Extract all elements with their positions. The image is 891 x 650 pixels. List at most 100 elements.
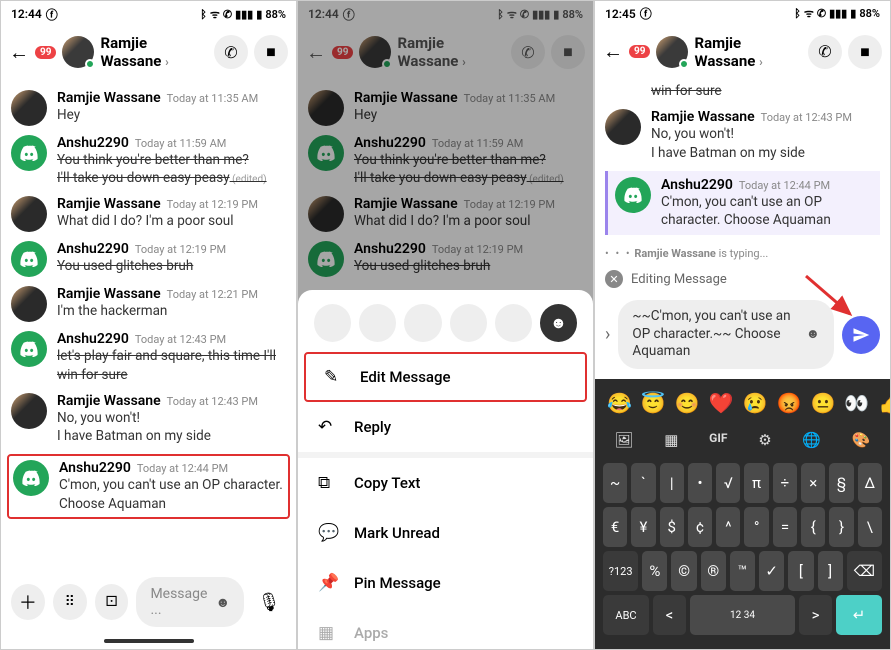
kb-sticker-icon[interactable]: ▦: [664, 431, 678, 449]
keyboard-key[interactable]: °: [744, 507, 768, 547]
sheet-copy-text[interactable]: ⧉ Copy Text: [298, 458, 593, 508]
emoji-key[interactable]: 👀: [844, 391, 869, 415]
keyboard-key[interactable]: \: [858, 507, 882, 547]
back-button[interactable]: ←: [9, 40, 29, 65]
keyboard-key[interactable]: ®: [701, 551, 726, 591]
keyboard-key[interactable]: π: [744, 463, 768, 503]
message[interactable]: Anshu2290Today at 12:43 PMlet's play fai…: [11, 331, 286, 383]
emoji-icon[interactable]: ☻: [215, 594, 230, 611]
message[interactable]: Anshu2290Today at 12:44 PMC'mon, you can…: [605, 171, 880, 235]
message-avatar[interactable]: [615, 177, 651, 213]
keyboard-key[interactable]: ÷: [773, 463, 797, 503]
sheet-edit-message[interactable]: ✎ Edit Message: [304, 352, 587, 402]
keyboard-key[interactable]: ©: [671, 551, 696, 591]
message-avatar[interactable]: [11, 90, 47, 126]
message-avatar[interactable]: [11, 135, 47, 171]
message-input[interactable]: Message ... ☻: [136, 577, 244, 627]
message-avatar[interactable]: [11, 196, 47, 232]
keyboard-key[interactable]: |: [660, 463, 684, 503]
send-button[interactable]: [842, 316, 880, 354]
call-button[interactable]: ✆: [808, 35, 842, 69]
sheet-reply[interactable]: ↶ Reply: [298, 402, 593, 452]
emoji-key[interactable]: 😐: [810, 391, 835, 415]
keyboard-key[interactable]: •: [688, 463, 712, 503]
edit-input[interactable]: ~~C'mon, you can't use an OP character.~…: [618, 300, 834, 369]
sheet-pin-message[interactable]: 📌 Pin Message: [298, 558, 593, 608]
keyboard-symbols-key[interactable]: ?123: [603, 551, 638, 591]
kb-translate-icon[interactable]: 🌐: [802, 431, 821, 449]
gift-button[interactable]: ⚀: [95, 584, 129, 620]
header-avatar[interactable]: [656, 36, 688, 68]
message-list[interactable]: Ramjie WassaneToday at 11:35 AMHey Anshu2…: [1, 77, 296, 569]
message[interactable]: Anshu2290Today at 11:59 AMYou think you'…: [11, 135, 286, 187]
keyboard-key[interactable]: ¢: [688, 507, 712, 547]
message[interactable]: Ramjie WassaneToday at 12:21 PMI'm the h…: [11, 286, 286, 322]
message-avatar[interactable]: [605, 109, 641, 145]
keyboard-enter-key[interactable]: ↵: [836, 595, 882, 635]
keyboard-key[interactable]: %: [642, 551, 667, 591]
keyboard-key[interactable]: }: [829, 507, 853, 547]
header-name[interactable]: Ramjie Wassane ›: [694, 34, 802, 70]
keyboard-key[interactable]: √: [716, 463, 740, 503]
keyboard-key[interactable]: $: [660, 507, 684, 547]
kb-settings-icon[interactable]: ⚙: [758, 431, 771, 449]
apps-button[interactable]: ⠿: [53, 584, 87, 620]
message[interactable]: Anshu2290Today at 12:19 PMYou used glitc…: [11, 241, 286, 277]
keyboard-key[interactable]: <: [653, 595, 686, 635]
emoji-key[interactable]: ❤️: [709, 391, 734, 415]
message[interactable]: Ramjie WassaneToday at 12:43 PMNo, you w…: [605, 109, 880, 161]
header-name[interactable]: Ramjie Wassane ›: [100, 34, 208, 70]
keyboard-key[interactable]: =: [773, 507, 797, 547]
emoji-key[interactable]: 😡: [777, 391, 802, 415]
emoji-key[interactable]: 😂: [607, 391, 632, 415]
message-list[interactable]: win for sure Ramjie WassaneToday at 12:4…: [595, 76, 890, 243]
sheet-apps[interactable]: ▦ Apps: [298, 608, 593, 645]
video-button[interactable]: ■: [254, 35, 288, 69]
keyboard-key[interactable]: ×: [801, 463, 825, 503]
back-button[interactable]: ←: [603, 39, 623, 64]
keyboard-backspace-key[interactable]: ⌫: [847, 551, 882, 591]
keyboard-key[interactable]: {: [801, 507, 825, 547]
reaction-slot[interactable]: [314, 304, 351, 342]
keyboard-key[interactable]: `: [631, 463, 655, 503]
kb-gif-icon[interactable]: GIF: [709, 431, 727, 449]
message[interactable]: Ramjie WassaneToday at 11:35 AMHey: [11, 90, 286, 126]
message-avatar[interactable]: [11, 331, 47, 367]
keyboard-key[interactable]: §: [829, 463, 853, 503]
keyboard-space-key[interactable]: 12 34: [690, 595, 795, 635]
keyboard-key[interactable]: ^: [716, 507, 740, 547]
message-avatar[interactable]: [11, 286, 47, 322]
reaction-slot[interactable]: [404, 304, 441, 342]
home-indicator[interactable]: [104, 639, 194, 643]
keyboard-key[interactable]: ~: [603, 463, 627, 503]
keyboard-key[interactable]: >: [799, 595, 832, 635]
mic-button[interactable]: 🎙: [252, 584, 286, 620]
message-avatar[interactable]: [11, 241, 47, 277]
keyboard-key[interactable]: ™: [730, 551, 755, 591]
emoji-key[interactable]: 😇: [641, 391, 666, 415]
call-button[interactable]: ✆: [214, 35, 248, 69]
emoji-icon[interactable]: ☻: [806, 326, 820, 344]
keyboard-key[interactable]: Δ: [858, 463, 882, 503]
keyboard-key[interactable]: [: [788, 551, 813, 591]
keyboard-key[interactable]: ¥: [631, 507, 655, 547]
reaction-more[interactable]: ☻: [540, 304, 577, 342]
reaction-slot[interactable]: [495, 304, 532, 342]
add-button[interactable]: ＋: [11, 584, 45, 620]
message[interactable]: Ramjie WassaneToday at 12:43 PMNo, you w…: [11, 393, 286, 445]
reaction-slot[interactable]: [450, 304, 487, 342]
emoji-key[interactable]: 😢: [743, 391, 768, 415]
kb-palette-icon[interactable]: 🎨: [852, 431, 871, 449]
keyboard-key[interactable]: ✓: [759, 551, 784, 591]
keyboard-key[interactable]: €: [603, 507, 627, 547]
emoji-key[interactable]: 😊: [675, 391, 700, 415]
keyboard-abc-key[interactable]: ABC: [603, 595, 649, 635]
keyboard-key[interactable]: ]: [818, 551, 843, 591]
kb-image-icon[interactable]: 🖼: [614, 431, 633, 449]
message-avatar[interactable]: [13, 460, 49, 496]
emoji-key[interactable]: 👍: [878, 391, 891, 415]
cancel-edit-button[interactable]: ✕: [605, 270, 623, 288]
expand-button[interactable]: ›: [605, 324, 610, 345]
header-avatar[interactable]: [62, 36, 94, 68]
video-button[interactable]: ■: [848, 35, 882, 69]
